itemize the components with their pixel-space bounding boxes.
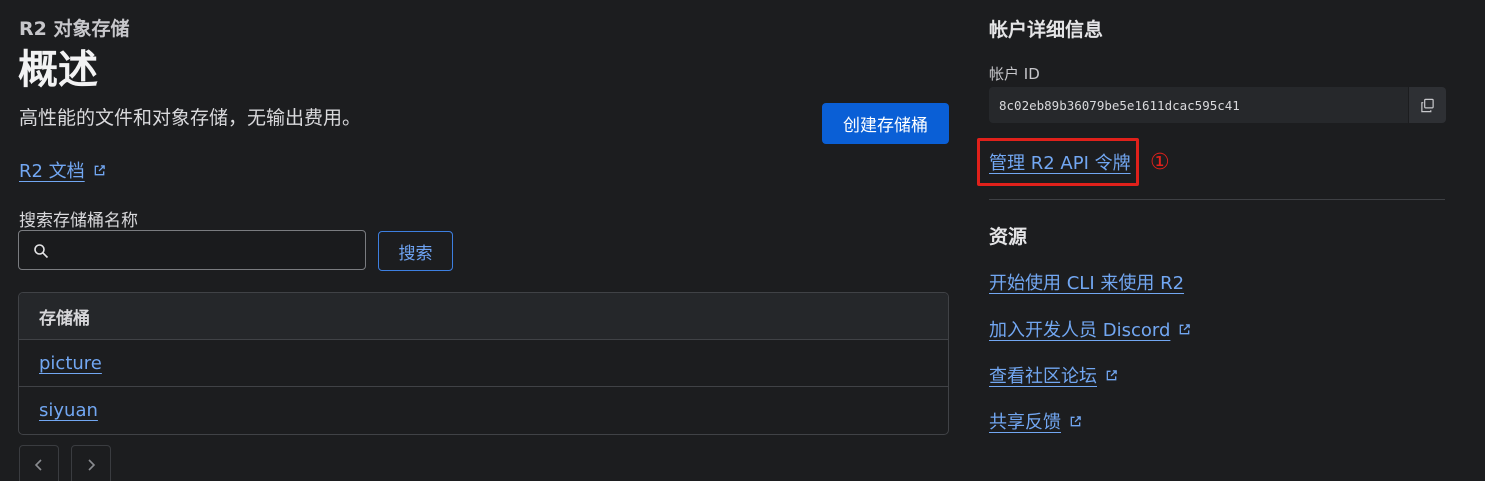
copy-account-id-button[interactable] [1408, 87, 1446, 123]
r2-docs-link[interactable]: R2 文档 [19, 157, 106, 183]
resources-heading: 资源 [989, 226, 1028, 248]
previous-page-button[interactable] [19, 445, 59, 481]
manage-r2-api-tokens-link[interactable]: 管理 R2 API 令牌 [989, 149, 1131, 175]
page-subtitle: 高性能的文件和对象存储，无输出费用。 [19, 107, 362, 129]
table-header-buckets[interactable]: 存储桶 [19, 293, 948, 340]
r2-docs-link-label: R2 文档 [19, 161, 85, 182]
table-row: siyuan [19, 387, 948, 434]
copy-icon [1421, 98, 1434, 112]
bucket-link-siyuan[interactable]: siyuan [39, 400, 98, 421]
external-link-icon [1106, 369, 1117, 380]
page-title: 概述 [18, 47, 98, 93]
external-link-icon [1180, 323, 1191, 334]
bucket-table: 存储桶 picture siyuan [18, 292, 949, 435]
account-details-heading: 帐户详细信息 [989, 19, 1104, 41]
r2-overview-page: R2 对象存储 概述 高性能的文件和对象存储，无输出费用。 创建存储桶 R2 文… [0, 0, 1485, 481]
resource-link-label: 开始使用 CLI 来使用 R2 [989, 273, 1185, 294]
search-icon [34, 244, 49, 259]
chevron-left-icon [34, 459, 42, 471]
resource-link-cli[interactable]: 开始使用 CLI 来使用 R2 [989, 269, 1184, 295]
divider [989, 199, 1445, 200]
resource-link-community-forum[interactable]: 查看社区论坛 [989, 362, 1118, 388]
account-id-label: 帐户 ID [989, 65, 1040, 83]
annotation-step-marker: ① [1150, 150, 1170, 175]
create-bucket-button[interactable]: 创建存储桶 [822, 103, 949, 144]
resource-link-feedback[interactable]: 共享反馈 [989, 408, 1082, 434]
search-label: 搜索存储桶名称 [19, 211, 138, 231]
external-link-icon [94, 164, 105, 175]
table-row: picture [19, 340, 948, 387]
external-link-icon [1070, 415, 1081, 426]
resource-link-label: 查看社区论坛 [989, 366, 1097, 387]
bucket-search-input[interactable] [59, 231, 363, 271]
bucket-link-picture[interactable]: picture [39, 353, 102, 374]
resource-link-discord[interactable]: 加入开发人员 Discord [989, 316, 1191, 342]
chevron-right-icon [88, 459, 96, 471]
breadcrumb[interactable]: R2 对象存储 [19, 14, 129, 41]
resource-link-label: 共享反馈 [989, 412, 1061, 433]
bucket-search-field[interactable] [18, 230, 366, 271]
search-button[interactable]: 搜索 [378, 231, 453, 271]
resource-link-label: 加入开发人员 Discord [989, 320, 1171, 341]
account-id-value[interactable]: 8c02eb89b36079be5e1611dcac595c41 [989, 87, 1408, 123]
next-page-button[interactable] [71, 445, 111, 481]
